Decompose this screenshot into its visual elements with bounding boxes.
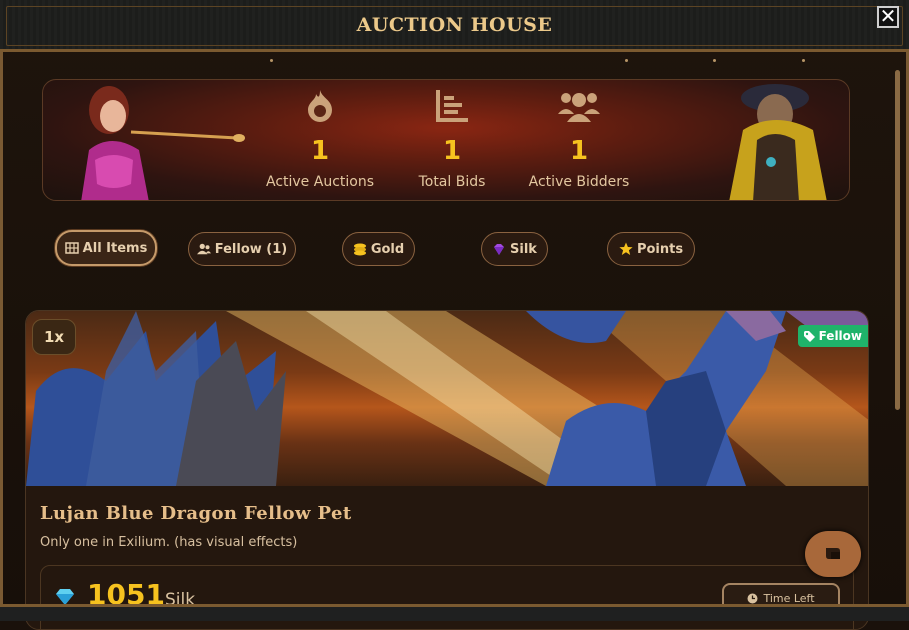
window-bottom-border	[0, 604, 909, 621]
stats-banner: 1 Active Auctions 1 Total Bids 1 Active …	[42, 79, 850, 201]
window-title: AUCTION HOUSE	[356, 14, 553, 36]
filter-label: Fellow (1)	[214, 241, 288, 257]
quantity-badge: 1x	[32, 319, 76, 355]
grid-icon	[64, 242, 79, 254]
filter-label: All Items	[82, 240, 148, 256]
filter-label: Silk	[510, 241, 537, 257]
stat-label: Active Auctions	[265, 174, 374, 190]
filter-silk[interactable]: Silk	[481, 232, 548, 266]
filter-points[interactable]: Points	[607, 232, 695, 266]
filter-all-items[interactable]: All Items	[55, 230, 157, 266]
time-left-label: Time Left	[763, 591, 815, 605]
star-icon	[619, 242, 633, 255]
rivet	[270, 59, 273, 62]
stat-label: Active Bidders	[528, 174, 630, 190]
category-tag-label: Fellow	[818, 329, 862, 343]
stat-value: 1	[310, 136, 330, 166]
users-icon	[558, 93, 600, 122]
fire-icon	[308, 90, 332, 122]
rivet	[625, 59, 628, 62]
scrollbar-thumb[interactable]	[895, 70, 900, 410]
filter-gold[interactable]: Gold	[342, 232, 415, 266]
scroll-to-top-button[interactable]	[805, 531, 861, 577]
category-tag: Fellow	[797, 325, 868, 347]
rivet	[802, 59, 805, 62]
banner-character-right	[729, 84, 827, 200]
stat-value: 1	[442, 136, 462, 166]
item-title: Lujan Blue Dragon Fellow Pet	[40, 503, 352, 524]
stat-label: Total Bids	[418, 174, 486, 190]
close-button[interactable]: ✕	[877, 6, 899, 28]
banner-character-left	[81, 86, 245, 200]
filter-label: Points	[636, 241, 684, 257]
filter-fellow[interactable]: Fellow (1)	[188, 232, 296, 266]
stat-value: 1	[569, 136, 589, 166]
coins-icon	[353, 243, 366, 256]
clock-icon	[747, 593, 758, 603]
item-image	[26, 311, 868, 486]
dragon-artwork	[26, 311, 868, 486]
auction-card[interactable]: 1x Fellow Lujan Blue Dragon Fellow Pet O…	[25, 310, 869, 630]
bar-chart-icon	[436, 90, 468, 122]
filter-label: Gold	[370, 241, 405, 257]
gem-icon	[494, 244, 505, 255]
tag-icon	[803, 330, 815, 342]
scroll-icon	[826, 548, 840, 559]
user-group-icon	[196, 243, 211, 255]
rivet	[713, 59, 716, 62]
item-description: Only one in Exilium. (has visual effects…	[40, 535, 298, 550]
